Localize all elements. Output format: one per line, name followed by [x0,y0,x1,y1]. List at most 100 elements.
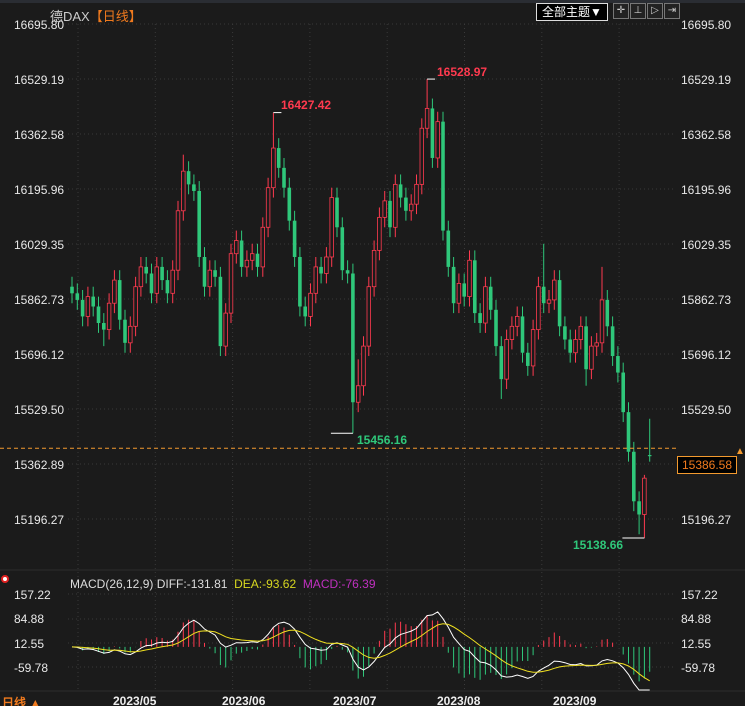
candle-body [520,316,525,353]
candle-body [112,279,117,304]
candle-body [102,323,106,330]
candle-body [117,280,122,320]
candle-body [398,184,403,198]
candle-body [192,184,196,191]
macd-tick-right: 84.88 [681,612,712,626]
candle-body [578,325,583,340]
candle-body [255,253,260,267]
candle-body [632,451,636,502]
candle-body [292,220,297,257]
diff-value: DIFF:-131.81 [156,577,228,591]
candle-body [626,412,631,452]
candle-body [165,280,170,294]
candle-body [287,187,292,221]
candle-body [621,372,625,413]
candle-body [408,203,414,212]
macd-tick-left: 84.88 [14,612,45,626]
price-tick-left: 16695.80 [14,18,65,32]
candle-body [202,256,207,287]
candle-body [197,190,201,257]
candle-body [552,279,557,301]
candle-body [228,253,234,314]
price-tick-left: 15696.12 [14,348,65,362]
price-tick-left: 15362.89 [14,458,65,472]
crosshair-icon[interactable]: ✛ [613,3,629,19]
price-tick-right: 16695.80 [681,18,732,32]
candle-body [106,302,112,331]
play-icon[interactable]: ▷ [647,3,663,19]
expand-icon[interactable]: ⇥ [664,3,680,19]
candle-body [382,200,387,218]
price-tick-right: 16195.96 [681,183,732,197]
price-tick-left: 16529.19 [14,73,65,87]
candle-body [303,306,307,317]
candle-body [128,325,133,344]
candle-body [218,276,223,347]
candle-body [456,283,462,304]
macd-tick-left: 157.22 [14,588,51,602]
candle-body [530,329,536,367]
annotation-low-1: 15456.16 [357,433,408,447]
macd-tick-left: -59.78 [14,661,49,675]
candle-body [308,292,313,317]
candle-body [234,240,239,255]
candle-body [594,342,599,347]
price-tick-right: 16362.58 [681,128,732,142]
candle-body [605,299,610,327]
candle-body [393,183,398,228]
scroll-up-icon[interactable]: ▲ [735,446,745,457]
candle-body [319,266,323,274]
candle-body [377,216,382,251]
candle-body [441,121,445,231]
price-chart[interactable] [0,0,745,706]
period-label[interactable]: 【日线】 [90,9,142,24]
candle-body [260,226,265,268]
date-label: 2023/05 [113,694,157,706]
candle-body [430,108,435,158]
candle-body [271,147,276,189]
candle-body [483,286,488,324]
candle-body [186,171,191,185]
price-tick-left: 16362.58 [14,128,65,142]
candle-body [616,356,620,373]
candle-body [419,127,424,185]
candle-body [70,286,74,294]
candle-body [515,316,520,327]
candle-body [170,269,175,294]
date-label: 2023/09 [553,694,597,706]
candle-body [355,385,361,403]
candle-body [335,197,339,228]
candle-body [647,455,652,457]
dea-line [71,623,650,682]
price-tick-right: 15862.73 [681,293,732,307]
indicator-settings-icon[interactable] [1,575,9,583]
macd-tick-left: 12.55 [14,637,45,651]
candle-body [96,306,101,324]
candle-body [351,273,355,403]
price-tick-right: 16029.35 [681,238,732,252]
period-selector[interactable]: 日线 ▲ [2,694,41,706]
annotation-high-2: 16528.97 [437,65,488,79]
macd-legend: MACD(26,12,9) DIFF:-131.81 DEA:-93.62 MA… [70,577,376,591]
candle-body [589,345,594,370]
candle-body [499,346,504,380]
candle-body [345,270,350,274]
candle-body [144,266,148,274]
range-icon[interactable]: ⊥ [630,3,646,19]
candle-body [133,286,138,327]
candle-body [473,260,477,314]
candle-body [509,325,515,340]
candle-body [642,477,647,515]
candle-body [298,256,302,307]
diff-line [71,611,650,691]
candle-body [563,326,567,340]
theme-dropdown-button[interactable]: 全部主题▼ [536,3,608,21]
candle-body [435,121,440,159]
macd-tick-right: 12.55 [681,637,712,651]
candle-body [462,283,466,297]
candle-body [175,210,181,271]
candle-body [244,259,250,268]
candle-body [324,256,329,274]
candle-body [599,299,605,344]
candle-body [181,170,186,212]
